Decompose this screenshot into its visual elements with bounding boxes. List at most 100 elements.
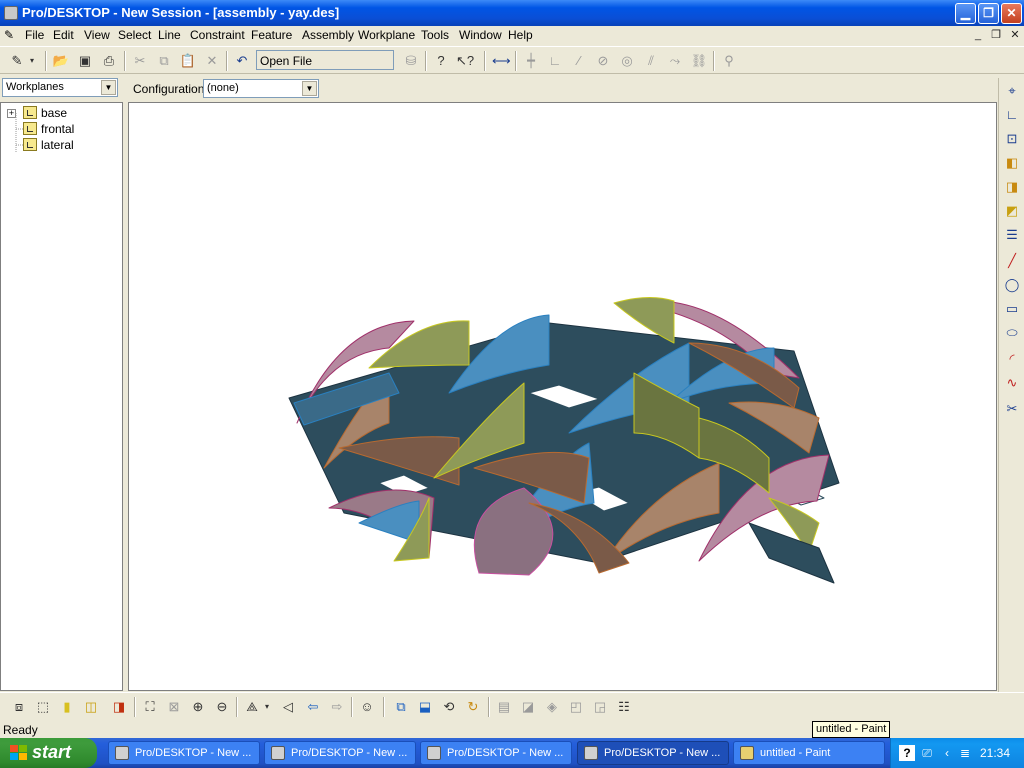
render-view-icon[interactable]: ◨ — [110, 698, 128, 716]
perpendicular-icon[interactable]: ∟ — [546, 52, 564, 70]
copy-icon[interactable]: ⧉ — [155, 52, 173, 70]
menu-help[interactable]: Help — [508, 28, 533, 42]
move-component-icon[interactable]: ↻ — [464, 698, 482, 716]
smiley-icon[interactable]: ☺ — [358, 698, 376, 716]
assembly-model[interactable] — [129, 103, 996, 690]
offset-workplane-icon[interactable]: ⊡ — [1003, 130, 1021, 148]
menu-select[interactable]: Select — [118, 28, 151, 42]
sweep-icon[interactable]: ◩ — [1003, 202, 1021, 220]
cut-icon[interactable]: ✂ — [131, 52, 149, 70]
restore-button[interactable]: ❐ — [978, 3, 999, 24]
zoom-out-icon[interactable]: ⊖ — [213, 698, 231, 716]
tangent-icon[interactable]: ⊘ — [594, 52, 612, 70]
mdi-close-icon[interactable]: ✕ — [1008, 29, 1022, 42]
taskbar-item-prodesktop-4[interactable]: Pro/DESKTOP - New ... — [577, 741, 729, 765]
equal-icon[interactable]: ⫽ — [642, 52, 660, 70]
taskbar-item-prodesktop-3[interactable]: Pro/DESKTOP - New ... — [420, 741, 572, 765]
menu-workplane[interactable]: Workplane — [358, 28, 415, 42]
browser-mode-select[interactable]: Workplanes ▼ — [2, 78, 118, 97]
search-icon[interactable]: ⚲ — [720, 52, 738, 70]
shaded-view-icon[interactable]: ▮ — [58, 698, 76, 716]
circle-tool-icon[interactable]: ◯ — [1003, 276, 1021, 294]
symmetry-icon[interactable]: ⤳ — [666, 52, 684, 70]
menu-assembly[interactable]: Assembly — [302, 28, 354, 42]
menu-feature[interactable]: Feature — [251, 28, 292, 42]
doc-menu-icon[interactable]: ✎ — [4, 28, 14, 42]
disabled-tool-icon[interactable]: ◪ — [519, 698, 537, 716]
assembly-component-icon[interactable]: ⧉ — [392, 698, 410, 716]
configuration-select[interactable]: (none) ▼ — [203, 79, 319, 98]
next-view-icon[interactable]: ⇨ — [328, 698, 346, 716]
taskbar-item-prodesktop-2[interactable]: Pro/DESKTOP - New ... — [264, 741, 416, 765]
chevron-left-icon[interactable]: ‹ — [939, 745, 955, 761]
new-workplane-icon[interactable]: ∟ — [1003, 106, 1021, 124]
zoom-in-icon[interactable]: ⊕ — [189, 698, 207, 716]
mdi-minimize-icon[interactable]: _ — [971, 29, 985, 42]
close-button[interactable]: ✕ — [1001, 3, 1022, 24]
perspective-icon[interactable]: ◁ — [279, 698, 297, 716]
menu-window[interactable]: Window — [459, 28, 502, 42]
chevron-down-icon[interactable]: ▼ — [302, 81, 317, 96]
zoom-fit-icon[interactable]: ⛶ — [141, 698, 159, 716]
mdi-restore-icon[interactable]: ❐ — [989, 29, 1003, 42]
rotate-component-icon[interactable]: ⟲ — [440, 698, 458, 716]
trim-tool-icon[interactable]: ✂ — [1003, 400, 1021, 418]
pen-tool-icon[interactable]: ✎ — [8, 52, 26, 70]
extrude-icon[interactable]: ◧ — [1003, 154, 1021, 172]
bill-of-materials-icon[interactable]: ☷ — [615, 698, 633, 716]
pen-dropdown-icon[interactable]: ▾ — [27, 52, 37, 70]
help-icon[interactable]: ? — [432, 52, 450, 70]
3d-viewport[interactable] — [128, 102, 997, 691]
open-folder-icon[interactable]: 📂 — [52, 52, 70, 70]
command-box[interactable]: Open File — [256, 50, 394, 70]
context-help-icon[interactable]: ↖? — [456, 52, 474, 70]
constraint-icon[interactable]: ┿ — [522, 52, 540, 70]
assembly-constraint-icon[interactable]: ⬓ — [416, 698, 434, 716]
taskbar-item-paint[interactable]: untitled - Paint — [733, 741, 885, 765]
chevron-down-icon[interactable]: ▾ — [262, 698, 272, 716]
language-tray-icon[interactable]: ≣ — [957, 745, 973, 761]
disabled-tool-icon[interactable]: ◈ — [543, 698, 561, 716]
disabled-tool-icon[interactable]: ◲ — [591, 698, 609, 716]
menu-constraint[interactable]: Constraint — [190, 28, 245, 42]
arc-tool-icon[interactable]: ◜ — [1003, 350, 1021, 368]
enhanced-view-icon[interactable]: ◫ — [82, 698, 100, 716]
ellipse-tool-icon[interactable]: ⬭ — [1003, 324, 1021, 342]
minimize-button[interactable]: ▁ — [955, 3, 976, 24]
delete-icon[interactable]: ✕ — [203, 52, 221, 70]
hidden-line-view-icon[interactable]: ⬚ — [34, 698, 52, 716]
menu-view[interactable]: View — [84, 28, 110, 42]
chevron-down-icon[interactable]: ▼ — [101, 80, 116, 95]
view-orientation-icon[interactable]: ⟁ — [243, 698, 261, 716]
menu-tools[interactable]: Tools — [421, 28, 449, 42]
taskbar-item-prodesktop-1[interactable]: Pro/DESKTOP - New ... — [108, 741, 260, 765]
select-workplane-icon[interactable]: ⌖ — [1003, 82, 1021, 100]
line-tool-icon[interactable]: ╱ — [1003, 252, 1021, 270]
spline-tool-icon[interactable]: ∿ — [1003, 374, 1021, 392]
link-icon[interactable]: ⛓ — [690, 52, 708, 70]
undo-icon[interactable]: ↶ — [233, 52, 251, 70]
menu-edit[interactable]: Edit — [53, 28, 74, 42]
wireframe-view-icon[interactable]: ⧈ — [10, 698, 28, 716]
help-tray-icon[interactable]: ? — [899, 745, 915, 761]
paste-icon[interactable]: 📋 — [179, 52, 197, 70]
network-tray-icon[interactable]: ⎚ — [919, 745, 935, 761]
zoom-window-icon[interactable]: ⊠ — [165, 698, 183, 716]
feature-browser-icon[interactable]: ☰ — [1003, 226, 1021, 244]
menu-line[interactable]: Line — [158, 28, 181, 42]
rectangle-tool-icon[interactable]: ▭ — [1003, 300, 1021, 318]
dimension-icon[interactable]: ⟷ — [492, 52, 511, 70]
print-icon[interactable]: ⎙ — [100, 52, 118, 70]
concentric-icon[interactable]: ◎ — [618, 52, 636, 70]
previous-view-icon[interactable]: ⇦ — [304, 698, 322, 716]
mouse-icon[interactable]: ⛁ — [402, 52, 420, 70]
revolve-icon[interactable]: ◨ — [1003, 178, 1021, 196]
title-bar[interactable]: Pro/DESKTOP - New Session - [assembly - … — [0, 0, 1024, 26]
start-button[interactable]: start — [0, 738, 97, 768]
clock[interactable]: 21:34 — [980, 746, 1010, 760]
menu-file[interactable]: File — [25, 28, 44, 42]
disabled-tool-icon[interactable]: ▤ — [495, 698, 513, 716]
parallel-icon[interactable]: ∕ — [570, 52, 588, 70]
disabled-tool-icon[interactable]: ◰ — [567, 698, 585, 716]
save-icon[interactable]: ▣ — [76, 52, 94, 70]
